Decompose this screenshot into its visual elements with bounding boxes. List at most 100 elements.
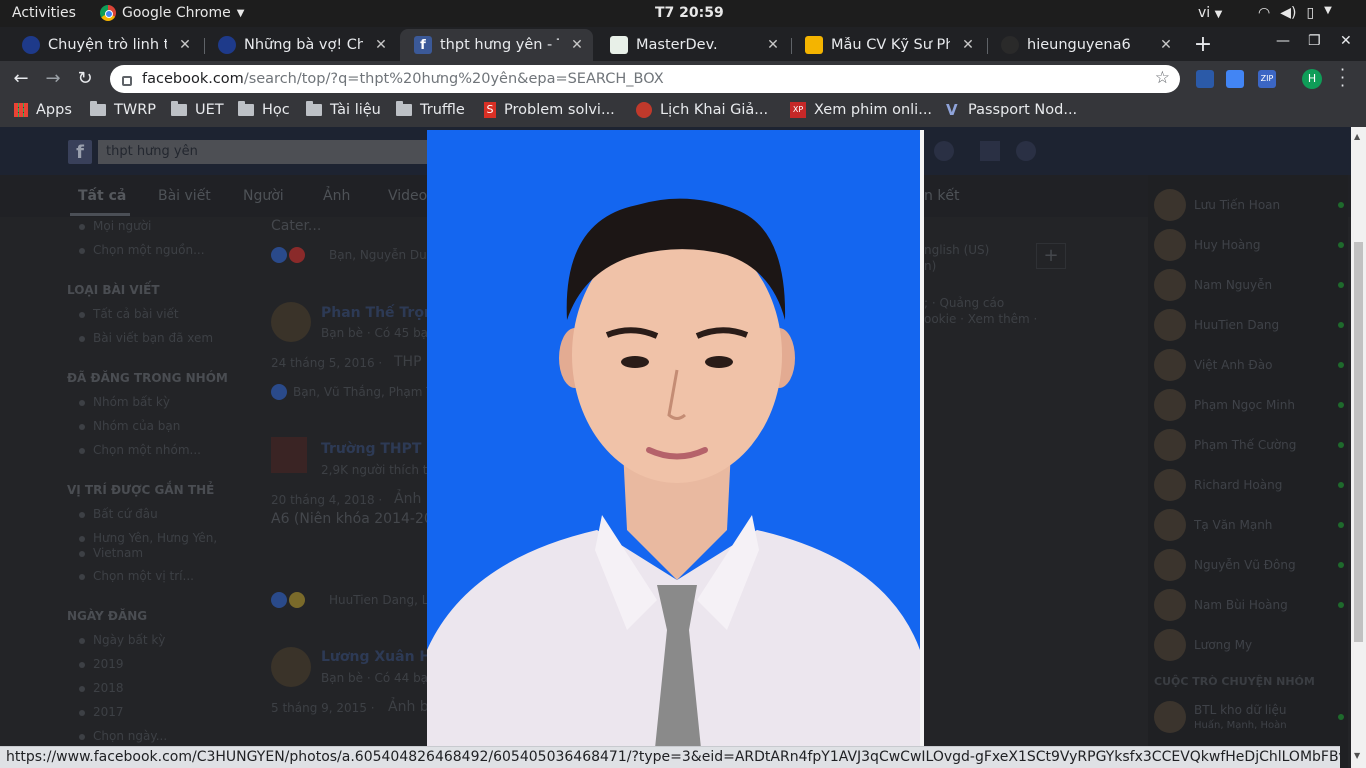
notifications-icon[interactable] — [934, 141, 954, 161]
activities-button[interactable]: Activities — [12, 5, 76, 21]
page-scrollbar[interactable]: ▲ ▼ — [1351, 127, 1366, 768]
tab-active[interactable]: f thpt hưng yên - Tìm ✕ — [400, 29, 593, 61]
reactions[interactable] — [271, 384, 287, 400]
filter-option[interactable]: Bài viết bạn đã xem — [78, 331, 213, 345]
profile-avatar[interactable]: H — [1302, 69, 1322, 89]
bookmark-site[interactable]: XP Xem phim onli... — [790, 102, 932, 118]
back-arrow-icon[interactable]: ← — [8, 66, 34, 92]
filter-option[interactable]: Chọn một nhóm... — [79, 443, 201, 457]
post-date[interactable]: 5 tháng 9, 2015 · — [271, 701, 375, 715]
tab-posts[interactable]: Bài viết — [158, 188, 211, 204]
bookmark-site[interactable]: V Passport Nod... — [946, 102, 1077, 118]
filter-option[interactable]: Tất cả bài viết — [79, 307, 179, 321]
tab[interactable]: MasterDev. ✕ — [596, 29, 789, 61]
extension-icon[interactable] — [1196, 70, 1214, 88]
help-icon[interactable] — [1016, 141, 1036, 161]
chat-contact[interactable]: HuuTien Dang — [1154, 309, 1344, 341]
maximize-button[interactable]: ❐ — [1308, 33, 1321, 49]
post-date[interactable]: 20 tháng 4, 2018 · — [271, 493, 382, 507]
close-icon[interactable]: ✕ — [567, 37, 587, 53]
bookmark-folder[interactable]: TWRP — [90, 101, 156, 118]
address-bar[interactable]: facebook.com/search/top/?q=thpt%20hưng%2… — [110, 65, 1180, 93]
filter-option[interactable]: Mọi người — [78, 219, 151, 233]
close-window-button[interactable]: ✕ — [1340, 33, 1352, 49]
post-author[interactable]: Lương Xuân Hò — [321, 649, 441, 665]
more-menu-icon[interactable]: · · · — [1340, 62, 1345, 94]
close-icon[interactable]: ✕ — [763, 37, 783, 53]
chat-contact[interactable]: Lưu Tiến Hoan — [1154, 189, 1344, 221]
zip-extension-icon[interactable]: ZIP — [1258, 70, 1276, 88]
tab-links[interactable]: n kết — [924, 188, 960, 204]
bookmark-site[interactable]: Lịch Khai Giả... — [636, 102, 768, 118]
scroll-down-icon[interactable]: ▼ — [1354, 751, 1360, 760]
tab-photos[interactable]: Ảnh — [323, 188, 350, 204]
language-indicator[interactable]: vi ▼ — [1198, 5, 1222, 21]
reaction-names[interactable]: Bạn, Vũ Thắng, Phạm Th — [293, 385, 441, 399]
friend-requests-icon[interactable] — [980, 141, 1000, 161]
chat-contact[interactable]: Nam Nguyễn — [1154, 269, 1344, 301]
bookmark-star-icon[interactable]: ☆ — [1155, 68, 1170, 88]
avatar[interactable] — [271, 302, 311, 342]
reactions[interactable] — [271, 247, 305, 263]
filter-option[interactable]: Nhóm bất kỳ — [79, 395, 170, 409]
reaction-names[interactable]: Bạn, Nguyễn Duy — [329, 248, 434, 262]
bookmark-apps[interactable]: Apps — [14, 102, 72, 118]
bookmark-folder[interactable]: Tài liệu — [306, 101, 381, 118]
post-date[interactable]: 24 tháng 5, 2016 · — [271, 356, 382, 370]
system-tray[interactable]: ◠ ◀) ▯ ▼ — [1258, 5, 1332, 21]
scrollbar-thumb[interactable] — [1354, 242, 1363, 642]
filter-option[interactable]: Nhóm của bạn — [78, 419, 180, 433]
post-author[interactable]: Phan Thế Trọng — [321, 305, 444, 321]
tab[interactable]: Những bà vợ! Chuyện ✕ — [204, 29, 397, 61]
chat-contact[interactable]: Nguyễn Vũ Đông — [1154, 549, 1344, 581]
filter-option[interactable]: Ngày bất kỳ — [78, 633, 165, 647]
tab-all[interactable]: Tất cả — [78, 188, 126, 204]
footer-links[interactable]: ookie · Xem thêm · — [924, 312, 1037, 326]
close-icon[interactable]: ✕ — [371, 37, 391, 53]
scroll-up-icon[interactable]: ▲ — [1354, 132, 1360, 141]
add-language-button[interactable]: + — [1036, 243, 1066, 269]
tab[interactable]: hieunguyena6 ✕ — [987, 29, 1182, 61]
photo-viewer-image[interactable] — [427, 130, 924, 768]
forward-arrow-icon[interactable]: → — [40, 66, 66, 92]
bookmark-folder[interactable]: Học — [238, 101, 290, 118]
chat-contact[interactable]: Richard Hoàng — [1154, 469, 1344, 501]
filter-option[interactable]: 2017 — [79, 705, 124, 719]
tab-people[interactable]: Người — [243, 188, 284, 204]
minimize-button[interactable]: — — [1276, 33, 1290, 49]
reload-icon[interactable]: ↻ — [72, 66, 98, 92]
filter-option[interactable]: Bất cứ đâu — [79, 507, 158, 521]
filter-option[interactable]: Hưng Yên, Hưng Yên, — [78, 531, 217, 545]
chat-contact[interactable]: Phạm Thế Cường — [1154, 429, 1344, 461]
chat-contact[interactable]: Phạm Ngọc Minh — [1154, 389, 1344, 421]
reactions[interactable] — [271, 592, 305, 608]
filter-option[interactable]: 2019 — [79, 657, 124, 671]
clock[interactable]: T7 20:59 — [655, 5, 724, 21]
tab[interactable]: Chuyện trò linh tinh ✕ — [8, 29, 201, 61]
page-logo[interactable] — [271, 437, 307, 473]
chat-contact[interactable]: Lương My — [1154, 629, 1344, 661]
footer-links[interactable]: ; · Quảng cáo — [924, 296, 1004, 310]
tab-videos[interactable]: Video — [388, 188, 427, 204]
bookmark-folder[interactable]: UET — [171, 101, 224, 118]
close-icon[interactable]: ✕ — [175, 37, 195, 53]
tab[interactable]: Mẫu CV Kỹ Sư Phần ✕ — [791, 29, 984, 61]
post-author[interactable]: Trường THPT H — [321, 441, 438, 457]
chat-group[interactable]: BTL kho dữ liệu Huấn, Mạnh, Hoàn — [1154, 701, 1344, 733]
bookmark-folder[interactable]: Truffle — [396, 101, 465, 118]
chat-contact[interactable]: Việt Anh Đào — [1154, 349, 1344, 381]
close-icon[interactable]: ✕ — [1156, 37, 1176, 53]
new-tab-button[interactable]: + — [1190, 33, 1216, 59]
filter-option[interactable]: Chọn một nguồn... — [79, 243, 205, 257]
avatar[interactable] — [271, 647, 311, 687]
filter-option[interactable]: Chọn ngày... — [78, 729, 167, 743]
app-menu[interactable]: Google Chrome ▼ — [100, 5, 244, 21]
facebook-search-input[interactable]: thpt hưng yên — [98, 140, 428, 164]
translate-icon[interactable] — [1226, 70, 1244, 88]
reaction-names[interactable]: HuuTien Dang, L — [329, 593, 428, 607]
filter-option[interactable]: Chọn một vị trí... — [79, 569, 194, 583]
bookmark-site[interactable]: S Problem solvi... — [484, 102, 615, 118]
language-option[interactable]: nglish (US) — [924, 243, 989, 257]
chat-contact[interactable]: Tạ Văn Mạnh — [1154, 509, 1344, 541]
chat-contact[interactable]: Nam Bùi Hoàng — [1154, 589, 1344, 621]
